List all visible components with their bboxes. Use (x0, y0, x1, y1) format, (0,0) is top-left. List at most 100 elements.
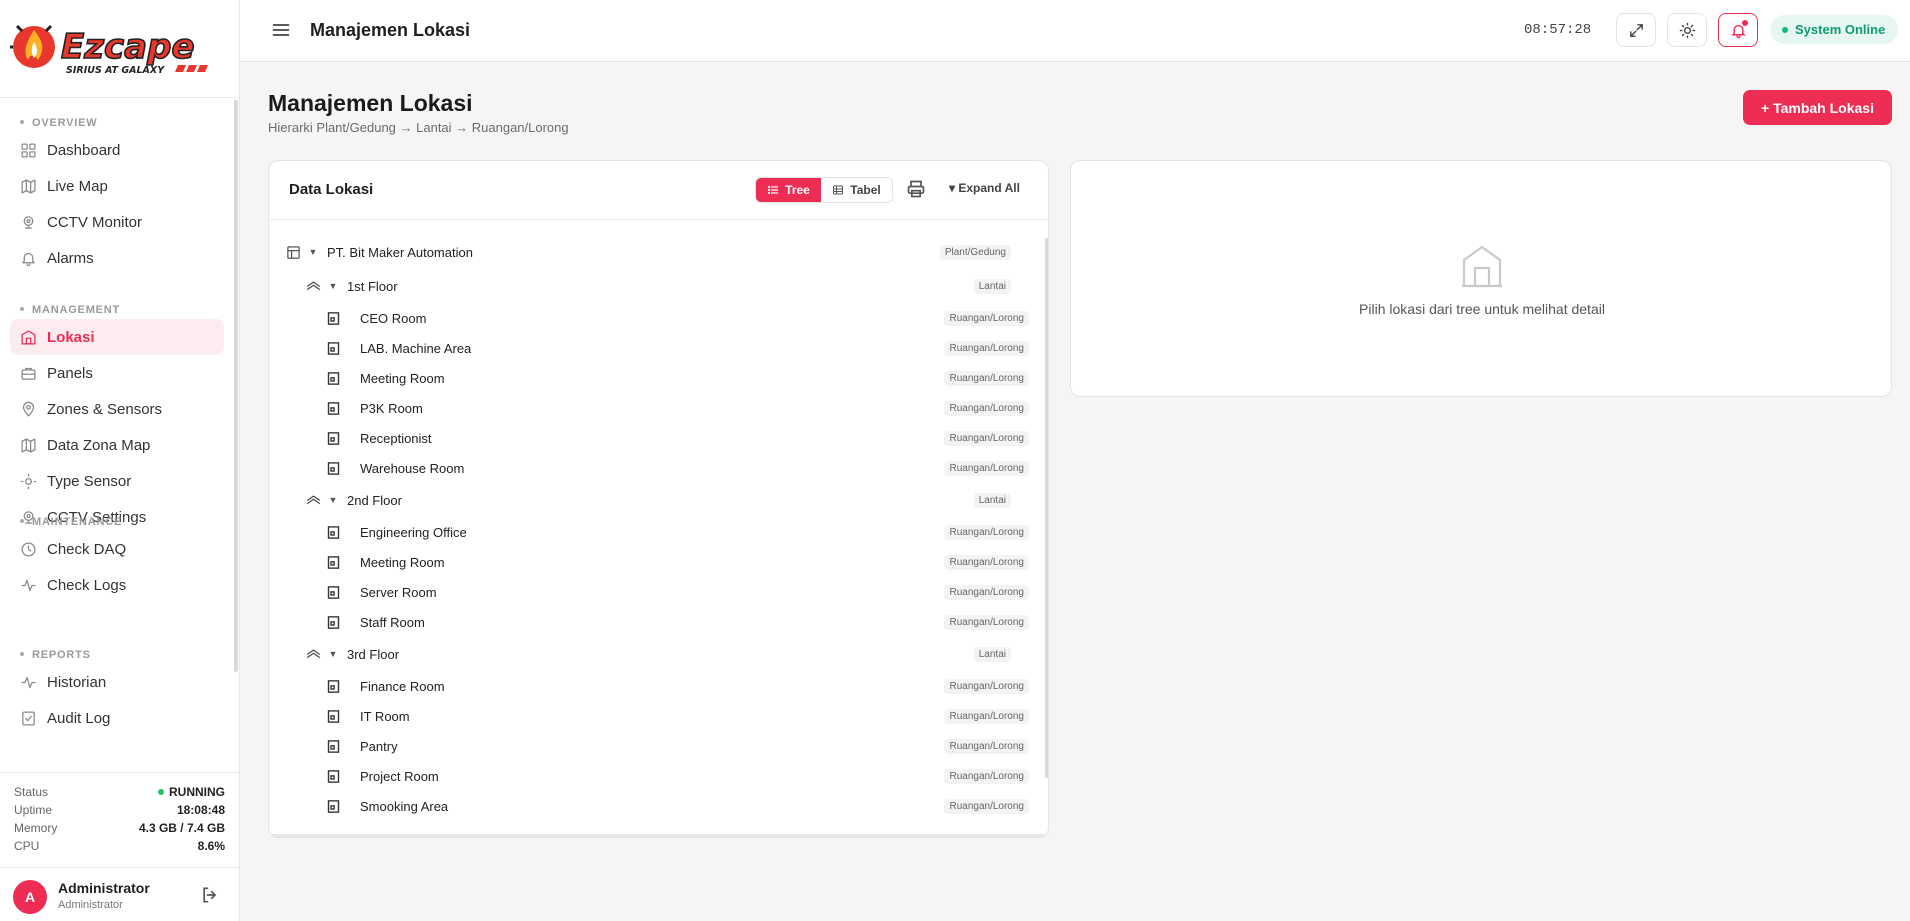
menu-icon[interactable] (271, 20, 291, 40)
logout-icon[interactable] (200, 885, 220, 905)
node-type-badge: Ruangan/Lorong (944, 798, 1029, 814)
location-detail-card: Pilih lokasi dari tree untuk melihat det… (1070, 160, 1892, 397)
tree-node-room[interactable]: Warehouse Room Ruangan/Lorong (269, 455, 1029, 481)
section-dot (20, 519, 24, 524)
tree-node-room[interactable]: CEO Room Ruangan/Lorong (269, 305, 1029, 331)
tree-node-room[interactable]: Engineering Office Ruangan/Lorong (269, 519, 1029, 545)
room-icon (327, 371, 340, 385)
room-icon (327, 769, 340, 783)
topbar: Manajemen Lokasi 08:57:28 System Online (240, 0, 1910, 62)
tree-node-label: Warehouse Room (360, 460, 465, 476)
tree-node-label: Engineering Office (360, 524, 467, 540)
node-type-badge: Ruangan/Lorong (944, 708, 1029, 724)
cpu-value: 8.6% (197, 839, 225, 853)
activity-icon (21, 676, 36, 688)
section-title-reports: REPORTS (20, 649, 91, 661)
tree-node-room[interactable]: Receptionist Ruangan/Lorong (269, 425, 1029, 451)
sun-icon (1679, 22, 1695, 38)
tree-node-room[interactable]: Smooking Area Ruangan/Lorong (269, 793, 1029, 819)
sidebar-item-historian[interactable]: Historian (10, 664, 224, 700)
section-dot (20, 307, 24, 312)
caret-down-icon[interactable]: ▼ (327, 649, 339, 659)
table-view-button[interactable]: Tabel (821, 178, 892, 202)
room-icon (327, 709, 340, 723)
sidebar-item-zones-sensors[interactable]: Zones & Sensors (10, 391, 224, 427)
tree-view-button[interactable]: Tree (756, 178, 822, 202)
tree-node-label: Project Room (360, 768, 439, 784)
tree-node-floor[interactable]: ▼ 1st Floor Lantai (269, 273, 1029, 299)
tree-node-room[interactable]: IT Room Ruangan/Lorong (269, 703, 1029, 729)
tree-node-room[interactable]: Project Room Ruangan/Lorong (269, 763, 1029, 789)
briefcase-icon (21, 367, 36, 380)
topbar-title: Manajemen Lokasi (310, 20, 471, 40)
tree-node-label: Finance Room (360, 678, 445, 694)
user-name: Administrator (58, 880, 150, 896)
sidebar-item-audit-log[interactable]: Audit Log (10, 700, 224, 736)
node-type-badge: Ruangan/Lorong (944, 554, 1029, 570)
tree-node-room[interactable]: P3K Room Ruangan/Lorong (269, 395, 1029, 421)
sidebar-item-type-sensor[interactable]: Type Sensor (10, 463, 224, 499)
brand-logo[interactable]: Ezcape SIRIUS AT GALAXY (8, 14, 230, 80)
room-icon (327, 799, 340, 813)
list-icon (768, 185, 779, 195)
print-icon[interactable] (906, 179, 926, 199)
node-type-badge: Ruangan/Lorong (944, 460, 1029, 476)
room-icon (327, 431, 340, 445)
tree-node-floor[interactable]: ▼ 3rd Floor Lantai (269, 641, 1029, 667)
sidebar-item-alarms[interactable]: Alarms (10, 240, 224, 276)
sidebar: Ezcape SIRIUS AT GALAXY OVERVIEW Dashboar… (0, 0, 240, 921)
sidebar-item-check-logs[interactable]: Check Logs (10, 567, 224, 603)
tree-node-label: 3rd Floor (347, 646, 400, 662)
room-icon (327, 555, 340, 569)
sidebar-item-label: Check Logs (47, 576, 127, 594)
tree-node-room[interactable]: Staff Room Ruangan/Lorong (269, 609, 1029, 635)
add-location-button[interactable]: + Tambah Lokasi (1743, 90, 1892, 125)
sidebar-item-panels[interactable]: Panels (10, 355, 224, 391)
sidebar-item-label: Panels (47, 364, 93, 382)
tree-node-floor[interactable]: ▼ 2nd Floor Lantai (269, 487, 1029, 513)
building-icon (287, 245, 300, 259)
tree-node-room[interactable]: Pantry Ruangan/Lorong (269, 733, 1029, 759)
sidebar-item-data-zona-map[interactable]: Data Zona Map (10, 427, 224, 463)
grid-icon (21, 142, 36, 158)
tree-node-plant[interactable]: ▼ PT. Bit Maker Automation Plant/Gedung (269, 239, 1029, 265)
section-title-maintenance: MAINTENANCE (20, 516, 122, 528)
room-icon (327, 585, 340, 599)
sidebar-item-lokasi[interactable]: Lokasi (10, 319, 224, 355)
room-icon (327, 311, 340, 325)
tree-node-room[interactable]: Meeting Room Ruangan/Lorong (269, 365, 1029, 391)
sidebar-item-check-daq[interactable]: Check DAQ (10, 531, 224, 567)
caret-down-icon[interactable]: ▼ (327, 281, 339, 291)
sidebar-item-cctv-monitor[interactable]: CCTV Monitor (10, 204, 224, 240)
tree-vertical-scrollbar[interactable] (1045, 238, 1048, 778)
sidebar-nav: OVERVIEW Dashboard Live Map CCTV Monitor Ala… (0, 98, 240, 770)
tree-node-label: Server Room (360, 584, 437, 600)
tree-node-room[interactable]: Meeting Room Ruangan/Lorong (269, 549, 1029, 575)
caret-down-icon[interactable]: ▼ (327, 495, 339, 505)
avatar[interactable]: A (13, 880, 47, 914)
expand-all-button[interactable]: ▾ Expand All (949, 181, 1020, 195)
node-type-badge: Ruangan/Lorong (944, 678, 1029, 694)
caret-down-icon[interactable]: ▼ (307, 247, 319, 257)
sidebar-item-dashboard[interactable]: Dashboard (10, 132, 224, 168)
room-icon (327, 615, 340, 629)
pin-icon (22, 401, 35, 417)
tree-horizontal-scrollbar[interactable] (269, 834, 1045, 837)
tree-node-room[interactable]: Finance Room Ruangan/Lorong (269, 673, 1029, 699)
sidebar-item-label: CCTV Monitor (47, 213, 143, 231)
sidebar-scrollbar[interactable] (234, 100, 238, 672)
tree-node-label: LAB. Machine Area (360, 340, 472, 356)
sidebar-item-label: Check DAQ (47, 540, 127, 558)
sidebar-item-label: Dashboard (47, 141, 121, 159)
notifications-button[interactable] (1718, 13, 1758, 47)
bell-icon (22, 252, 35, 266)
user-role: Administrator (58, 899, 123, 911)
fullscreen-button[interactable] (1616, 13, 1656, 47)
tree-node-room[interactable]: Server Room Ruangan/Lorong (269, 579, 1029, 605)
room-icon (327, 739, 340, 753)
sidebar-item-live-map[interactable]: Live Map (10, 168, 224, 204)
theme-toggle-button[interactable] (1667, 13, 1707, 47)
tree-node-room[interactable]: LAB. Machine Area Ruangan/Lorong (269, 335, 1029, 361)
sun-icon (20, 473, 37, 489)
node-type-badge: Ruangan/Lorong (944, 614, 1029, 630)
